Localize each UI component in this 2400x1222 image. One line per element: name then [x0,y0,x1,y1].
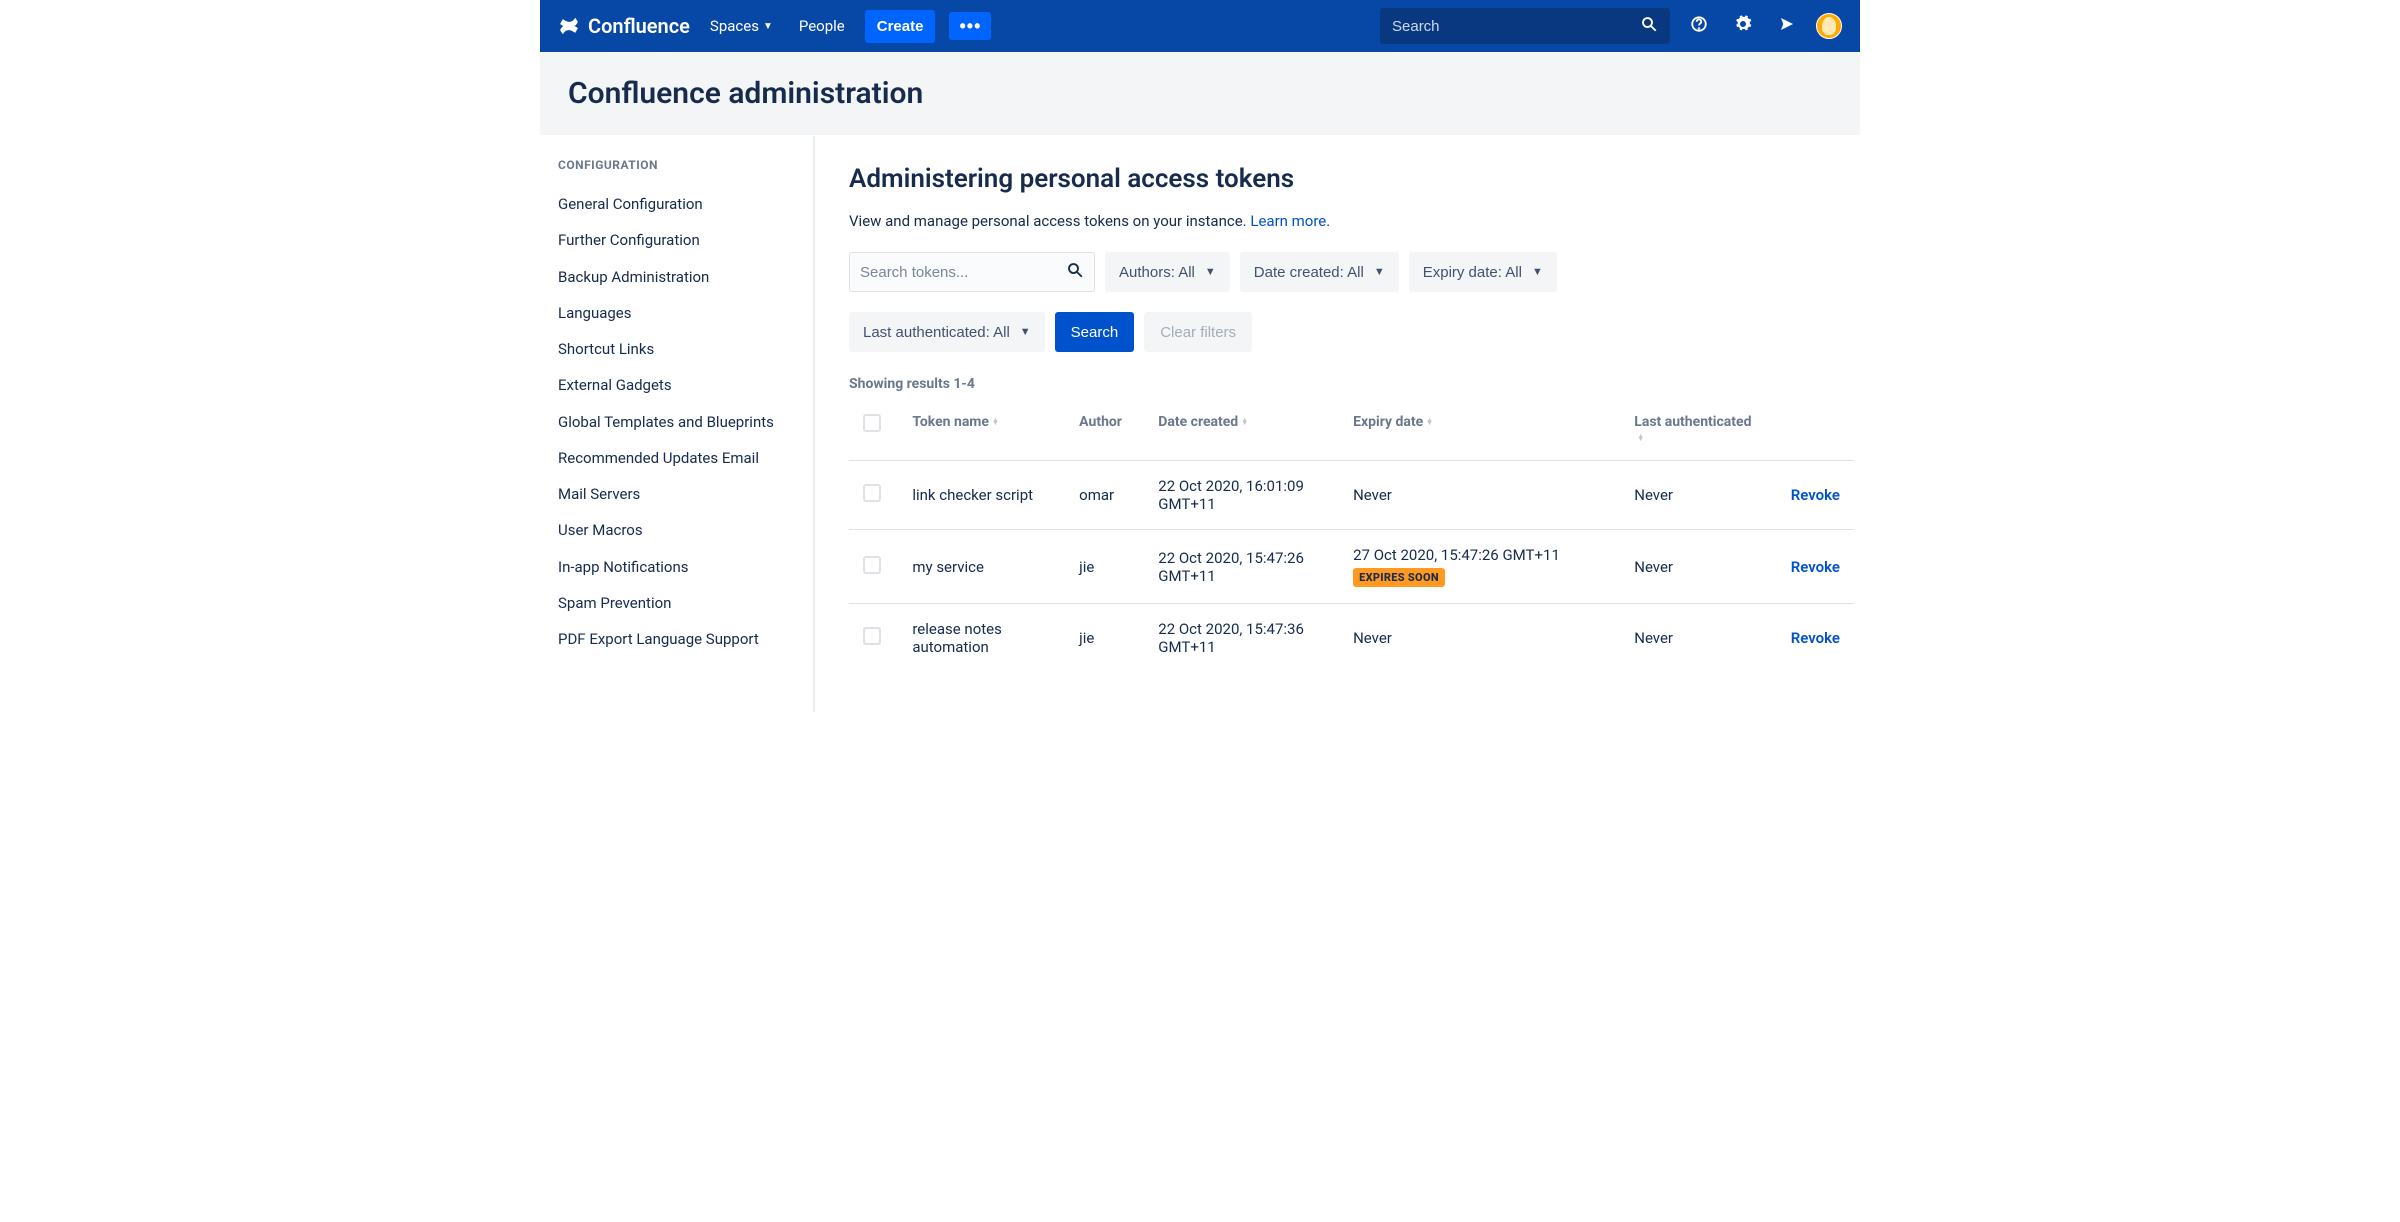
sidebar-item[interactable]: General Configuration [558,186,813,222]
sidebar-item[interactable]: Spam Prevention [558,585,813,621]
learn-more-link[interactable]: Learn more [1250,212,1326,230]
main-title: Administering personal access tokens [849,164,1854,194]
search-icon [1640,15,1658,37]
filter-last-authenticated[interactable]: Last authenticated: All▼ [849,312,1045,352]
sidebar-item[interactable]: Mail Servers [558,476,813,512]
nav-spaces[interactable]: Spaces ▼ [704,11,779,41]
sidebar-item[interactable]: In-app Notifications [558,549,813,585]
expires-soon-badge: EXPIRES SOON [1353,568,1445,587]
sidebar-item[interactable]: External Gadgets [558,367,813,403]
filter-authors[interactable]: Authors: All▼ [1105,252,1230,292]
cell-token-name: my service [904,530,1071,604]
cell-author: omar [1071,461,1150,530]
filter-bar: Authors: All▼ Date created: All▼ Expiry … [849,252,1854,352]
revoke-link[interactable]: Revoke [1791,486,1840,504]
cell-last-authenticated: Never [1626,604,1764,673]
sidebar-heading: Configuration [558,158,813,172]
top-nav: Confluence Spaces ▼ People Create ••• [540,0,1860,52]
table-row: link checker scriptomar22 Oct 2020, 16:0… [849,461,1854,530]
col-token-name[interactable]: Token name [904,404,1071,461]
chevron-down-icon: ▼ [1532,266,1543,278]
row-checkbox[interactable] [863,484,881,502]
col-last-authenticated[interactable]: Last authenticated [1626,404,1764,461]
col-author: Author [1071,404,1150,461]
cell-date-created: 22 Oct 2020, 15:47:26 GMT+11 [1150,530,1345,604]
results-count: Showing results 1-4 [849,376,1854,392]
sidebar-item[interactable]: Languages [558,295,813,331]
cell-date-created: 22 Oct 2020, 15:47:36 GMT+11 [1150,604,1345,673]
sort-icon [1241,419,1248,426]
cell-last-authenticated: Never [1626,461,1764,530]
sort-icon [1426,419,1433,426]
create-button[interactable]: Create [865,10,936,43]
token-search-input[interactable] [860,264,1066,281]
filter-date-created[interactable]: Date created: All▼ [1240,252,1399,292]
help-icon[interactable] [1684,15,1714,37]
token-search[interactable] [849,252,1095,292]
global-search[interactable] [1380,8,1670,44]
revoke-link[interactable]: Revoke [1791,629,1840,647]
gear-icon[interactable] [1728,15,1758,37]
search-icon [1066,261,1084,283]
confluence-logo[interactable]: Confluence [558,14,690,38]
sidebar-item[interactable]: Global Templates and Blueprints [558,404,813,440]
row-checkbox[interactable] [863,627,881,645]
chevron-down-icon: ▼ [1205,266,1216,278]
sidebar-item[interactable]: PDF Export Language Support [558,621,813,657]
cell-author: jie [1071,530,1150,604]
filter-expiry-date[interactable]: Expiry date: All▼ [1409,252,1557,292]
more-button[interactable]: ••• [949,12,991,40]
global-search-input[interactable] [1392,18,1640,35]
cell-expiry-date: Never [1345,604,1626,673]
main-description: View and manage personal access tokens o… [849,212,1854,230]
sidebar-item[interactable]: User Macros [558,512,813,548]
chevron-down-icon: ▼ [1020,326,1031,338]
search-button[interactable]: Search [1055,312,1135,352]
chevron-down-icon: ▼ [763,21,773,32]
table-row: release notes automationjie22 Oct 2020, … [849,604,1854,673]
col-date-created[interactable]: Date created [1150,404,1345,461]
avatar[interactable] [1816,13,1842,39]
tokens-table: Token name Author Date created Expiry da… [849,404,1854,672]
cell-last-authenticated: Never [1626,530,1764,604]
nav-people[interactable]: People [793,11,851,41]
col-expiry-date[interactable]: Expiry date [1345,404,1626,461]
confluence-icon [558,15,580,37]
cell-token-name: link checker script [904,461,1071,530]
revoke-link[interactable]: Revoke [1791,558,1840,576]
chevron-down-icon: ▼ [1374,266,1385,278]
table-row: my servicejie22 Oct 2020, 15:47:26 GMT+1… [849,530,1854,604]
notification-icon[interactable] [1772,15,1802,37]
product-name: Confluence [588,14,690,38]
cell-expiry-date: Never [1345,461,1626,530]
cell-token-name: release notes automation [904,604,1071,673]
sidebar-item[interactable]: Further Configuration [558,222,813,258]
sidebar: Configuration General ConfigurationFurth… [540,136,815,712]
cell-date-created: 22 Oct 2020, 16:01:09 GMT+11 [1150,461,1345,530]
sort-icon [992,419,999,426]
cell-expiry-date: 27 Oct 2020, 15:47:26 GMT+11EXPIRES SOON [1345,530,1626,604]
clear-filters-button[interactable]: Clear filters [1144,312,1252,352]
cell-author: jie [1071,604,1150,673]
row-checkbox[interactable] [863,556,881,574]
sidebar-item[interactable]: Recommended Updates Email [558,440,813,476]
page-title: Confluence administration [568,76,1832,111]
select-all-checkbox[interactable] [863,414,881,432]
page-header: Confluence administration [540,52,1860,136]
sidebar-item[interactable]: Shortcut Links [558,331,813,367]
sidebar-item[interactable]: Backup Administration [558,259,813,295]
sort-icon [1637,435,1644,442]
main-content: Administering personal access tokens Vie… [815,136,1860,712]
